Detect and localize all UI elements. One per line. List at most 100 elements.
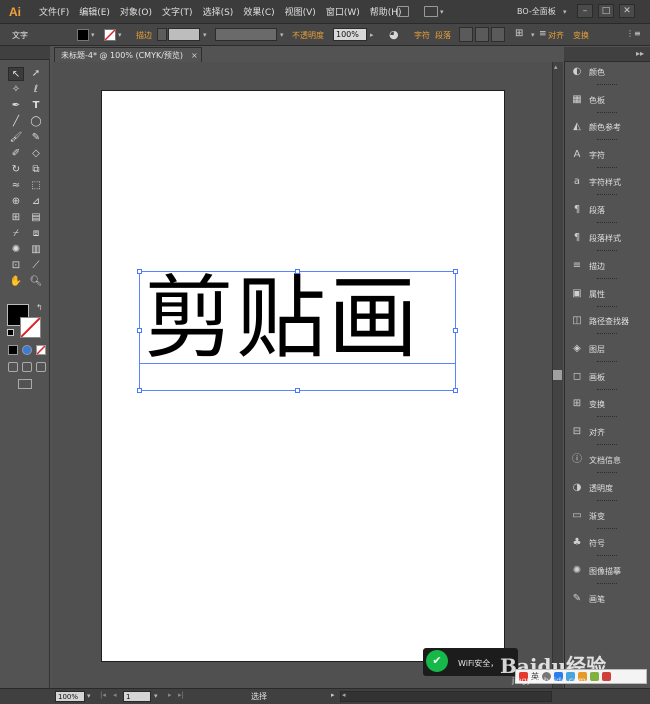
eyedropper-tool-icon[interactable]: ⌿ — [8, 227, 24, 241]
align-right-button[interactable] — [491, 27, 505, 42]
tools-panel-header[interactable] — [0, 46, 50, 60]
scrollbar-thumb[interactable] — [553, 370, 562, 380]
panel-pathfinder[interactable]: ◫ 路径查找器 — [566, 311, 648, 331]
panel-color-guide[interactable]: ◭ 颜色参考 — [566, 117, 648, 137]
bridge-icon[interactable] — [397, 6, 409, 17]
resize-handle-br[interactable] — [453, 388, 458, 393]
panel-stroke[interactable]: ≡ 描边 — [566, 256, 648, 276]
direct-selection-tool-icon[interactable]: ➚ — [28, 67, 44, 81]
align-link[interactable]: 对齐 — [548, 30, 564, 41]
chevron-down-icon[interactable]: ▾ — [154, 692, 158, 700]
pen-tool-icon[interactable]: ✒ — [8, 99, 24, 113]
maximize-button[interactable]: □ — [598, 4, 614, 18]
symbol-sprayer-tool-icon[interactable]: ✺ — [8, 243, 24, 257]
ellipse-tool-icon[interactable]: ◯ — [28, 115, 44, 129]
minimize-button[interactable]: – — [577, 4, 593, 18]
first-artboard-icon[interactable]: |◂ — [100, 691, 106, 699]
panel-dock-header[interactable]: ▸▸ — [564, 47, 650, 62]
character-link[interactable]: 字符 — [414, 30, 430, 41]
rotate-tool-icon[interactable]: ↻ — [8, 163, 24, 177]
chevron-down-icon[interactable]: ▾ — [118, 31, 122, 39]
panel-gradient[interactable]: ▭ 渐变 — [566, 506, 648, 526]
resize-handle-t[interactable] — [295, 269, 300, 274]
close-button[interactable]: ✕ — [619, 4, 635, 18]
opacity-link[interactable]: 不透明度 — [292, 30, 324, 41]
panel-paragraph[interactable]: ¶ 段落 — [566, 200, 648, 220]
blob-brush-tool-icon[interactable]: ✐ — [8, 147, 24, 161]
transform-link[interactable]: 变换 — [573, 30, 589, 41]
pencil-tool-icon[interactable]: ✎ — [28, 131, 44, 145]
menu-select[interactable]: 选择(S) — [198, 5, 239, 18]
align-left-button[interactable] — [459, 27, 473, 42]
chevron-down-icon[interactable]: ▾ — [91, 31, 95, 39]
column-graph-tool-icon[interactable]: ▥ — [28, 243, 44, 257]
panel-align[interactable]: ⊟ 对齐 — [566, 422, 648, 442]
panel-character-styles[interactable]: a 字符样式 — [566, 172, 648, 192]
panel-color[interactable]: ◐ 颜色 — [566, 62, 648, 82]
none-mode-icon[interactable] — [36, 345, 46, 355]
blend-tool-icon[interactable]: ⧈ — [28, 227, 44, 241]
chevron-down-icon[interactable]: ▾ — [563, 8, 567, 16]
panel-symbols[interactable]: ♣ 符号 — [566, 533, 648, 553]
chevron-right-icon[interactable]: ▸ — [370, 31, 374, 39]
last-artboard-icon[interactable]: ▸| — [178, 691, 184, 699]
align-objects-icon[interactable]: ≡ — [539, 29, 547, 39]
menu-view[interactable]: 视图(V) — [280, 5, 321, 18]
toolbox-icon[interactable] — [590, 672, 599, 681]
menu-edit[interactable]: 编辑(E) — [74, 5, 115, 18]
current-tool-status[interactable]: 选择 — [251, 691, 267, 702]
menu-file[interactable]: 文件(F) — [34, 5, 74, 18]
stroke-weight-field[interactable] — [168, 28, 200, 41]
recolor-icon[interactable]: ◕ — [389, 28, 399, 41]
arrange-documents-icon[interactable] — [424, 6, 438, 17]
free-transform-tool-icon[interactable]: ⬚ — [28, 179, 44, 193]
menu-object[interactable]: 对象(O) — [115, 5, 157, 18]
fill-swatch[interactable] — [77, 29, 89, 41]
resize-handle-b[interactable] — [295, 388, 300, 393]
magic-wand-tool-icon[interactable]: ✧ — [8, 83, 24, 97]
variable-width-profile[interactable] — [215, 28, 277, 41]
panel-image-trace[interactable]: ✺ 图像描摹 — [566, 561, 648, 581]
stroke-link[interactable]: 描边 — [136, 30, 152, 41]
menu-effect[interactable]: 效果(C) — [238, 5, 279, 18]
scroll-left-icon[interactable]: ◂ — [342, 691, 346, 699]
artboard-number-field[interactable]: 1 — [123, 691, 151, 702]
chevron-down-icon[interactable]: ▾ — [531, 31, 535, 39]
resize-handle-l[interactable] — [137, 328, 142, 333]
panel-document-info[interactable]: ⓘ 文档信息 — [566, 450, 648, 470]
hand-tool-icon[interactable]: ✋ — [8, 275, 24, 289]
status-menu-arrow-icon[interactable]: ▸ — [331, 691, 335, 699]
chevron-down-icon[interactable]: ▾ — [87, 692, 91, 700]
panel-transparency[interactable]: ◑ 透明度 — [566, 478, 648, 498]
collapse-dock-icon[interactable]: ▸▸ — [636, 49, 644, 58]
resize-handle-r[interactable] — [453, 328, 458, 333]
draw-normal-icon[interactable] — [8, 362, 18, 372]
selection-tool-icon[interactable]: ↖ — [8, 67, 24, 81]
zoom-field[interactable]: 100% — [55, 691, 85, 702]
artboard-tool-icon[interactable]: ⊡ — [8, 259, 24, 273]
panel-paragraph-styles[interactable]: ¶ 段落样式 — [566, 228, 648, 248]
panel-swatches[interactable]: ▦ 色板 — [566, 90, 648, 110]
stroke-swatch[interactable] — [104, 29, 116, 41]
swap-fill-stroke-icon[interactable]: ↰ — [36, 303, 43, 312]
mesh-tool-icon[interactable]: ⊞ — [8, 211, 24, 225]
panel-transform[interactable]: ⊞ 变换 — [566, 394, 648, 414]
menu-window[interactable]: 窗口(W) — [321, 5, 365, 18]
chevron-down-icon[interactable]: ▾ — [280, 31, 284, 39]
panel-menu-icon[interactable]: ⋮≡ — [626, 29, 641, 38]
resize-handle-tr[interactable] — [453, 269, 458, 274]
default-colors-icon[interactable] — [7, 329, 14, 336]
slice-tool-icon[interactable]: ⟋ — [28, 259, 44, 273]
paragraph-link[interactable]: 段落 — [435, 30, 451, 41]
draw-inside-icon[interactable] — [36, 362, 46, 372]
gradient-tool-icon[interactable]: ▤ — [28, 211, 44, 225]
panel-artboards[interactable]: ◻ 画板 — [566, 367, 648, 387]
paintbrush-tool-icon[interactable]: 🖌 — [8, 131, 24, 145]
chevron-down-icon[interactable]: ▾ — [203, 31, 207, 39]
menu-type[interactable]: 文字(T) — [157, 5, 198, 18]
type-tool-icon[interactable]: T — [28, 99, 44, 113]
opacity-field[interactable]: 100% — [333, 28, 367, 41]
lasso-tool-icon[interactable]: ℓ — [28, 83, 44, 97]
width-tool-icon[interactable]: ≈ — [8, 179, 24, 193]
scroll-up-icon[interactable]: ▴ — [554, 63, 558, 71]
